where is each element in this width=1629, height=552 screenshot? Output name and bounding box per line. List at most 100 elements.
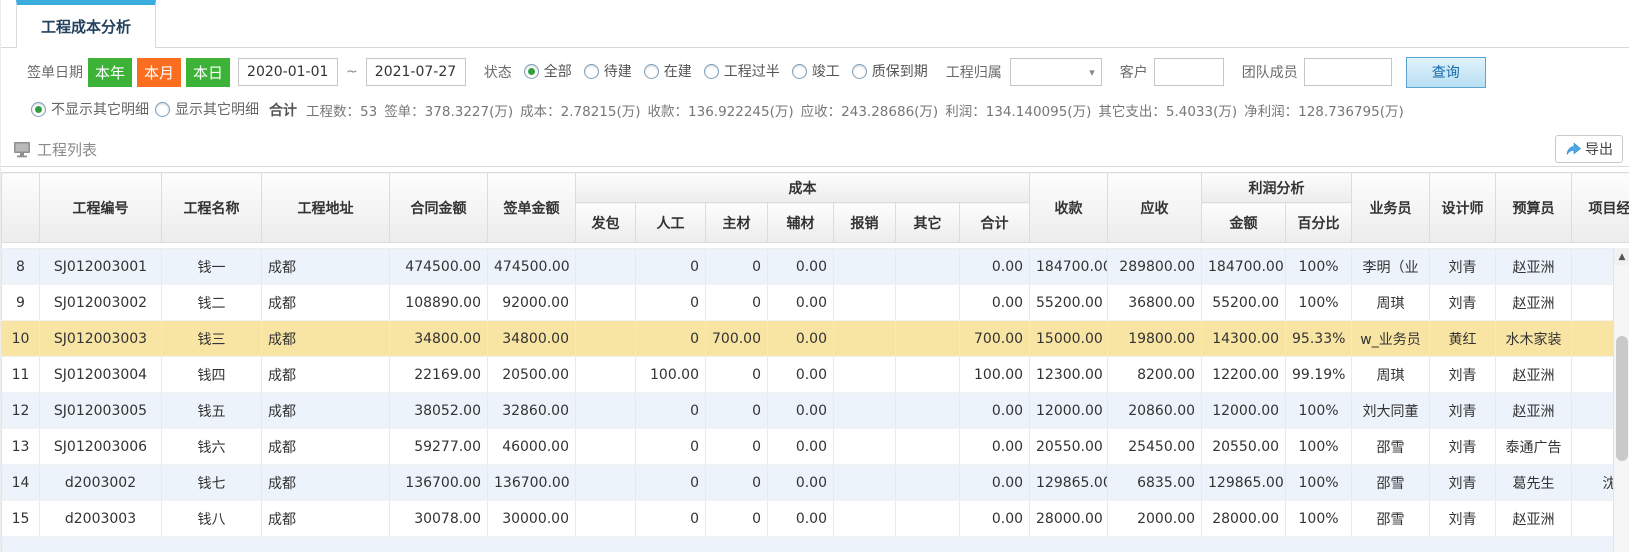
cell-num: 8 xyxy=(2,249,40,285)
cell-name: 钱六 xyxy=(162,429,262,465)
cell-code[interactable]: d2003002 xyxy=(40,465,162,501)
cell-shoukuan[interactable]: 12000.00 xyxy=(1030,393,1108,429)
team-member-input[interactable] xyxy=(1304,58,1392,86)
cell-addr: 成都 xyxy=(262,429,390,465)
cell-code[interactable]: SJ012003001 xyxy=(40,249,162,285)
cell-shoukuan[interactable]: 129865.00 xyxy=(1030,465,1108,501)
table-row[interactable]: 14d2003002钱七成都136700.00136700.00000.000.… xyxy=(2,465,1629,501)
cell-fucai[interactable]: 0.00 xyxy=(768,357,834,393)
cell-shoukuan[interactable]: 15000.00 xyxy=(1030,321,1108,357)
status-radio[interactable]: 在建 xyxy=(644,61,692,81)
cell-code[interactable]: SJ012003002 xyxy=(40,285,162,321)
cell-sign[interactable]: 20500.00 xyxy=(488,357,576,393)
cell-addr: 成都 xyxy=(262,321,390,357)
cell-zhucai[interactable]: 0 xyxy=(706,465,768,501)
export-button[interactable]: 导出 xyxy=(1555,135,1623,163)
cell-zhucai[interactable]: 0 xyxy=(706,285,768,321)
cell-rengong[interactable]: 100.00 xyxy=(636,357,706,393)
scroll-thumb[interactable] xyxy=(1616,336,1628,461)
cell-fucai[interactable]: 0.00 xyxy=(768,429,834,465)
col-header-fabao: 发包 xyxy=(576,203,636,243)
cell-shoukuan[interactable]: 20550.00 xyxy=(1030,429,1108,465)
cell-fucai[interactable]: 0.00 xyxy=(768,501,834,537)
cell-shoukuan[interactable]: 184700.00 xyxy=(1030,249,1108,285)
cell-rengong[interactable]: 0 xyxy=(636,429,706,465)
cell-sign[interactable]: 34800.00 xyxy=(488,321,576,357)
cell-budget: 赵亚洲 xyxy=(1496,357,1572,393)
customer-input[interactable] xyxy=(1154,58,1224,86)
status-radio[interactable]: 竣工 xyxy=(792,61,840,81)
cell-yingshou: 36800.00 xyxy=(1108,285,1202,321)
col-header-qita: 其它 xyxy=(896,203,960,243)
cell-fucai[interactable]: 0.00 xyxy=(768,321,834,357)
cell-rengong[interactable]: 0 xyxy=(636,393,706,429)
cell-code[interactable]: SJ012003003 xyxy=(40,321,162,357)
cell-zhucai[interactable]: 0 xyxy=(706,429,768,465)
radio-icon xyxy=(704,64,719,79)
cell-rengong[interactable]: 0 xyxy=(636,285,706,321)
cell-shoukuan[interactable]: 12300.00 xyxy=(1030,357,1108,393)
detail-radio-label: 不显示其它明细 xyxy=(51,99,149,119)
cell-fucai[interactable]: 0.00 xyxy=(768,249,834,285)
cell-fucai[interactable]: 0.00 xyxy=(768,285,834,321)
ownership-label: 工程归属 xyxy=(946,62,1002,82)
quick-date-button[interactable]: 本月 xyxy=(137,58,181,87)
table-row[interactable]: 9SJ012003002钱二成都108890.0092000.00000.000… xyxy=(2,285,1629,321)
cell-rengong[interactable]: 0 xyxy=(636,501,706,537)
cell-zhucai[interactable]: 0 xyxy=(706,357,768,393)
cell-shoukuan[interactable]: 55200.00 xyxy=(1030,285,1108,321)
table-row[interactable]: 11SJ012003004钱四成都22169.0020500.00100.000… xyxy=(2,357,1629,393)
cell-yingshou: 6835.00 xyxy=(1108,465,1202,501)
ownership-select[interactable]: ▾ xyxy=(1010,58,1102,86)
date-to-input[interactable] xyxy=(366,58,466,86)
cell-shoukuan[interactable]: 28000.00 xyxy=(1030,501,1108,537)
cell-qita xyxy=(896,285,960,321)
cell-fucai[interactable]: 0.00 xyxy=(768,465,834,501)
cell-rengong[interactable]: 0 xyxy=(636,321,706,357)
col-header-contract: 合同金额 xyxy=(390,173,488,243)
cell-sign[interactable]: 136700.00 xyxy=(488,465,576,501)
cell-sign[interactable]: 32860.00 xyxy=(488,393,576,429)
scroll-up-arrow-icon[interactable]: ▲ xyxy=(1614,248,1629,265)
detail-radio[interactable]: 不显示其它明细 xyxy=(31,99,149,119)
status-radio[interactable]: 质保到期 xyxy=(852,61,928,81)
quick-date-button[interactable]: 本日 xyxy=(186,58,230,87)
radio-icon xyxy=(852,64,867,79)
col-header-rengong: 人工 xyxy=(636,203,706,243)
quick-date-button[interactable]: 本年 xyxy=(88,58,132,87)
table-row[interactable]: 13SJ012003006钱六成都59277.0046000.00000.000… xyxy=(2,429,1629,465)
cell-code[interactable]: SJ012003006 xyxy=(40,429,162,465)
cell-name: 钱七 xyxy=(162,465,262,501)
cell-zhucai[interactable]: 0 xyxy=(706,393,768,429)
query-button[interactable]: 查询 xyxy=(1406,57,1486,88)
cell-code[interactable]: SJ012003004 xyxy=(40,357,162,393)
cell-sign[interactable]: 46000.00 xyxy=(488,429,576,465)
cell-pct: 100% xyxy=(1286,501,1352,537)
cell-zhucai[interactable]: 700.00 xyxy=(706,321,768,357)
cell-sign[interactable]: 92000.00 xyxy=(488,285,576,321)
table-row[interactable]: 15d2003003钱八成都30078.0030000.00000.000.00… xyxy=(2,501,1629,537)
cell-zhucai[interactable]: 0 xyxy=(706,501,768,537)
cell-designer: 刘青 xyxy=(1430,501,1496,537)
status-radio[interactable]: 全部 xyxy=(524,61,572,81)
table-row[interactable]: 12SJ012003005钱五成都38052.0032860.00000.000… xyxy=(2,393,1629,429)
cell-code[interactable]: SJ012003005 xyxy=(40,393,162,429)
col-header-heji: 合计 xyxy=(960,203,1030,243)
cell-rengong[interactable]: 0 xyxy=(636,249,706,285)
date-from-input[interactable] xyxy=(238,58,338,86)
table-row[interactable]: 10SJ012003003钱三成都34800.0034800.000700.00… xyxy=(2,321,1629,357)
detail-radio[interactable]: 显示其它明细 xyxy=(155,99,259,119)
cell-sign[interactable]: 30000.00 xyxy=(488,501,576,537)
status-radio[interactable]: 待建 xyxy=(584,61,632,81)
cell-sign[interactable]: 474500.00 xyxy=(488,249,576,285)
tab-engineering-cost-analysis[interactable]: 工程成本分析 xyxy=(16,0,156,48)
cell-pct: 100% xyxy=(1286,465,1352,501)
vertical-scrollbar[interactable]: ▲ xyxy=(1613,248,1629,552)
cell-zhucai[interactable]: 0 xyxy=(706,249,768,285)
status-radio[interactable]: 工程过半 xyxy=(704,61,780,81)
cell-name: 钱三 xyxy=(162,321,262,357)
cell-fucai[interactable]: 0.00 xyxy=(768,393,834,429)
cell-code[interactable]: d2003003 xyxy=(40,501,162,537)
table-row[interactable]: 8SJ012003001钱一成都474500.00474500.00000.00… xyxy=(2,249,1629,285)
cell-rengong[interactable]: 0 xyxy=(636,465,706,501)
